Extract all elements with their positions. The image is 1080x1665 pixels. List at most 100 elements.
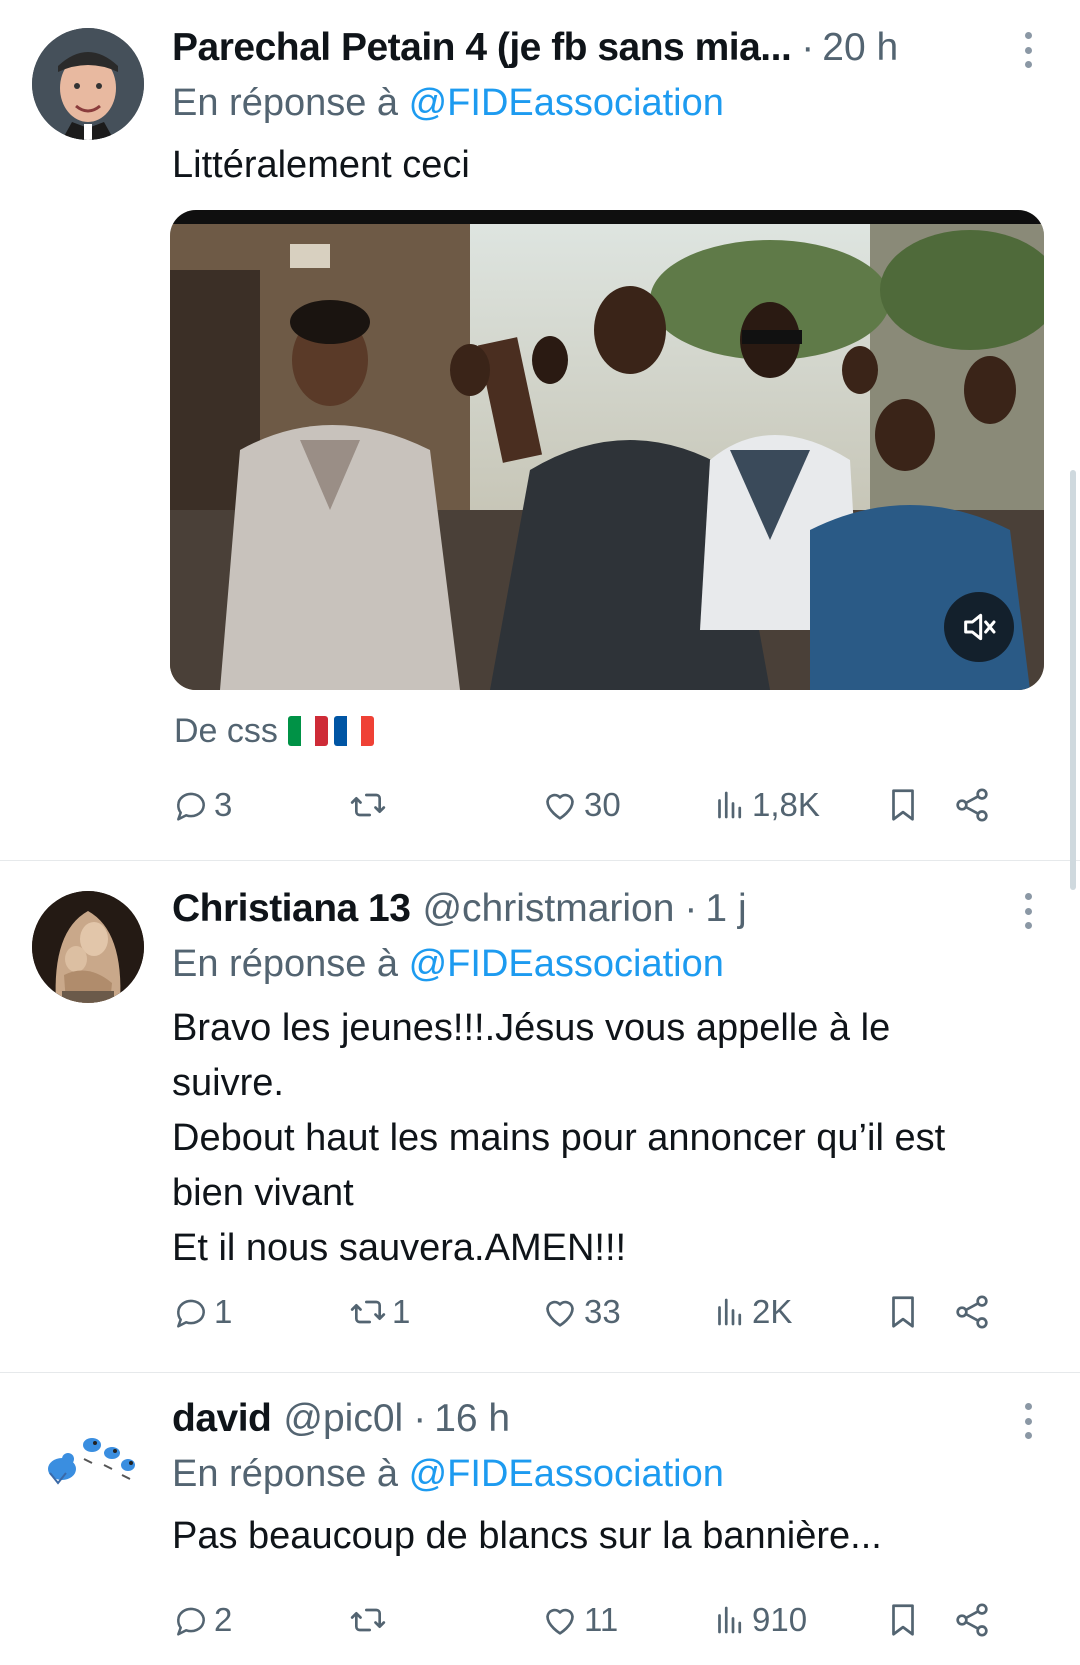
reply-context: En réponse à @FIDEassociation bbox=[172, 78, 724, 128]
scrollbar-thumb[interactable] bbox=[1070, 470, 1076, 890]
tweet-text-line: suivre. bbox=[172, 1062, 284, 1104]
tweet-2[interactable]: Christiana 13 @christmarion · 1 j En rép… bbox=[0, 861, 1080, 1371]
video-thumbnail bbox=[170, 210, 1044, 690]
reply-prefix: En réponse à bbox=[172, 82, 409, 124]
tweet-actions: 1 1 33 2K bbox=[172, 1287, 1040, 1337]
timestamp[interactable]: 20 h bbox=[822, 18, 898, 78]
more-options-icon[interactable] bbox=[1016, 887, 1040, 935]
caption-text: De css bbox=[174, 712, 278, 750]
retweet-button[interactable]: 1 bbox=[348, 1287, 410, 1337]
bookmark-icon bbox=[892, 1604, 914, 1636]
mute-button[interactable] bbox=[944, 592, 1014, 662]
like-button[interactable]: 33 bbox=[540, 1287, 621, 1337]
tweet-1[interactable]: Parechal Petain 4 (je fb sans mia... · 2… bbox=[0, 0, 1080, 850]
analytics-icon bbox=[718, 791, 742, 819]
separator-dot: · bbox=[413, 1397, 427, 1440]
analytics-icon bbox=[718, 1298, 742, 1326]
video-player[interactable] bbox=[170, 210, 1044, 690]
tweet-header: Parechal Petain 4 (je fb sans mia... · 2… bbox=[172, 18, 1010, 78]
reply-icon bbox=[177, 1299, 205, 1328]
more-options-icon[interactable] bbox=[1016, 26, 1040, 74]
like-count: 30 bbox=[584, 786, 621, 823]
separator-dot: · bbox=[801, 26, 815, 69]
tweet-actions: 3 30 1,8K bbox=[172, 780, 1040, 830]
heart-icon bbox=[546, 1608, 574, 1635]
reply-context: En réponse à @FIDEassociation bbox=[172, 1449, 724, 1499]
share-button[interactable] bbox=[952, 1287, 992, 1337]
like-button[interactable]: 30 bbox=[540, 780, 621, 830]
author-handle[interactable]: @christmarion bbox=[422, 879, 674, 939]
heart-icon bbox=[546, 1300, 574, 1327]
italy-flag bbox=[287, 716, 328, 746]
retweet-icon bbox=[350, 1300, 386, 1324]
reply-count: 2 bbox=[214, 1601, 233, 1638]
like-button[interactable]: 11 bbox=[540, 1595, 618, 1645]
more-options-icon[interactable] bbox=[1016, 1397, 1040, 1445]
author-name[interactable]: david bbox=[172, 1389, 271, 1449]
avatar[interactable] bbox=[32, 1403, 144, 1515]
reply-mention-link[interactable]: @FIDEassociation bbox=[409, 82, 724, 124]
retweet-count: 1 bbox=[392, 1293, 411, 1330]
timestamp[interactable]: 1 j bbox=[705, 879, 746, 939]
view-count: 1,8K bbox=[752, 786, 820, 823]
view-count: 2K bbox=[752, 1293, 793, 1330]
timestamp[interactable]: 16 h bbox=[434, 1389, 510, 1449]
bookmark-icon bbox=[892, 789, 914, 821]
retweet-icon bbox=[350, 793, 386, 817]
retweet-button[interactable] bbox=[348, 1595, 392, 1645]
tweet-text-line: Littéralement ceci bbox=[172, 144, 470, 186]
tweet-actions: 2 11 910 bbox=[172, 1595, 1040, 1645]
reply-button[interactable]: 2 bbox=[172, 1595, 232, 1645]
avatar[interactable] bbox=[32, 891, 144, 1003]
bookmark-icon bbox=[892, 1296, 914, 1328]
reply-button[interactable]: 3 bbox=[172, 780, 232, 830]
tweet-header: david @pic0l · 16 h bbox=[172, 1389, 1010, 1449]
bookmark-button[interactable] bbox=[884, 1287, 922, 1337]
bookmark-button[interactable] bbox=[884, 1595, 922, 1645]
tweet-3[interactable]: david @pic0l · 16 h En réponse à @FIDEas… bbox=[0, 1373, 1080, 1665]
avatar[interactable] bbox=[32, 28, 144, 140]
reply-icon bbox=[177, 1607, 205, 1636]
tweet-text: Littéralement ceci bbox=[172, 138, 1040, 193]
reply-count: 1 bbox=[214, 1293, 233, 1330]
share-icon bbox=[956, 788, 988, 822]
reply-prefix: En réponse à bbox=[172, 1453, 409, 1495]
separator-dot: · bbox=[684, 887, 698, 930]
author-handle[interactable]: @pic0l bbox=[283, 1389, 403, 1449]
author-name[interactable]: Parechal Petain 4 (je fb sans mia... bbox=[172, 18, 791, 78]
share-button[interactable] bbox=[952, 1595, 992, 1645]
views-button[interactable]: 2K bbox=[712, 1287, 792, 1337]
tweet-text-line: bien vivant bbox=[172, 1172, 354, 1214]
reply-icon bbox=[177, 792, 205, 821]
reply-button[interactable]: 1 bbox=[172, 1287, 232, 1337]
like-count: 11 bbox=[584, 1601, 619, 1638]
tweet-text-line: Et il nous sauvera.AMEN!!! bbox=[172, 1227, 627, 1269]
reply-prefix: En réponse à bbox=[172, 943, 409, 985]
tweet-text: Bravo les jeunes!!!.Jésus vous appelle à… bbox=[172, 1001, 1040, 1276]
share-button[interactable] bbox=[952, 780, 992, 830]
tweet-text: Pas beaucoup de blancs sur la bannière..… bbox=[172, 1509, 1040, 1564]
views-button[interactable]: 1,8K bbox=[712, 780, 820, 830]
reply-context: En réponse à @FIDEassociation bbox=[172, 939, 724, 989]
tweet-text-line: Debout haut les mains pour annoncer qu’i… bbox=[172, 1117, 946, 1159]
reply-count: 3 bbox=[214, 786, 233, 823]
share-icon bbox=[956, 1295, 988, 1329]
tweet-header: Christiana 13 @christmarion · 1 j bbox=[172, 879, 1010, 939]
tweet-text-line: Bravo les jeunes!!!.Jésus vous appelle à… bbox=[172, 1007, 891, 1049]
heart-icon bbox=[546, 793, 574, 820]
like-count: 33 bbox=[584, 1293, 621, 1330]
tweet-text-line: Pas beaucoup de blancs sur la bannière..… bbox=[172, 1515, 882, 1557]
retweet-button[interactable] bbox=[348, 780, 392, 830]
share-icon bbox=[956, 1603, 988, 1637]
views-button[interactable]: 910 bbox=[712, 1595, 807, 1645]
france-flag bbox=[333, 716, 374, 746]
media-caption: De css bbox=[174, 706, 374, 756]
bookmark-button[interactable] bbox=[884, 780, 922, 830]
retweet-icon bbox=[350, 1608, 386, 1632]
reply-mention-link[interactable]: @FIDEassociation bbox=[409, 943, 724, 985]
volume-mute-icon bbox=[964, 613, 996, 641]
author-name[interactable]: Christiana 13 bbox=[172, 879, 410, 939]
analytics-icon bbox=[718, 1606, 742, 1634]
view-count: 910 bbox=[752, 1601, 808, 1638]
reply-mention-link[interactable]: @FIDEassociation bbox=[409, 1453, 724, 1495]
